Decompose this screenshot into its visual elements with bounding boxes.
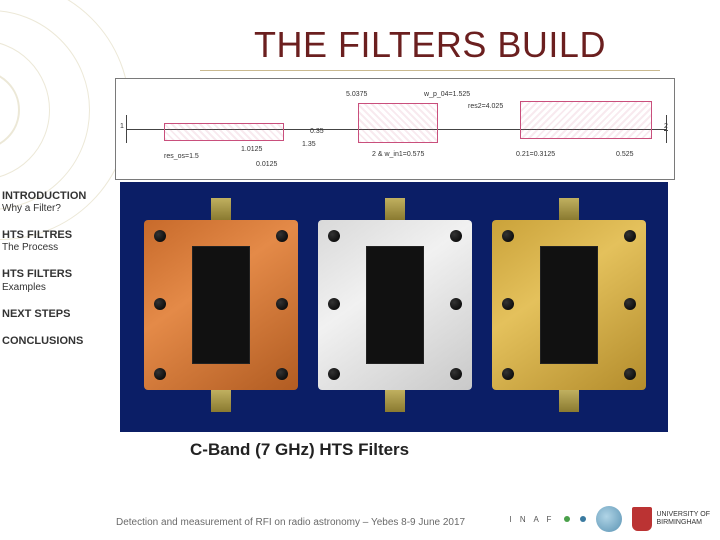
- resonator-block: [164, 123, 284, 141]
- inaf-planet-icon: [596, 506, 622, 532]
- uob-logo: UNIVERSITY OF BIRMINGHAM: [632, 507, 710, 531]
- filter-unit-aluminium: [318, 220, 472, 390]
- screw-icon: [450, 298, 462, 310]
- screw-icon: [328, 230, 340, 242]
- screw-icon: [624, 298, 636, 310]
- screw-icon: [624, 230, 636, 242]
- sidebar-item-introduction: INTRODUCTION Why a Filter?: [2, 190, 112, 215]
- port-label: 1: [120, 123, 124, 130]
- screw-icon: [502, 298, 514, 310]
- sma-connector-icon: [559, 198, 579, 220]
- technical-drawing: 1 2 res_os=1.5 1.0125 0.0125 1.35 0.35 5…: [115, 78, 675, 180]
- sidebar-item-hts-filtres: HTS FILTRES The Process: [2, 229, 112, 254]
- dim-label: 0.0125: [256, 161, 277, 168]
- footer-note: Detection and measurement of RFI on radi…: [116, 517, 465, 528]
- uob-text: UNIVERSITY OF BIRMINGHAM: [656, 511, 710, 526]
- dim-label: 2 & w_in1=0.575: [372, 151, 424, 158]
- screw-icon: [276, 368, 288, 380]
- sidebar-item-hts-filters: HTS FILTERS Examples: [2, 268, 112, 293]
- screw-icon: [154, 230, 166, 242]
- screw-icon: [328, 368, 340, 380]
- crest-icon: [632, 507, 652, 531]
- dim-label: res_os=1.5: [164, 153, 199, 160]
- sidebar-item-head: CONCLUSIONS: [2, 335, 112, 348]
- sidebar-item-head: INTRODUCTION: [2, 190, 112, 203]
- screw-icon: [154, 298, 166, 310]
- filter-cavity: [192, 246, 250, 364]
- screw-icon: [624, 368, 636, 380]
- filter-cavity: [540, 246, 598, 364]
- screw-icon: [154, 368, 166, 380]
- dim-label: 0.525: [616, 151, 634, 158]
- screw-icon: [276, 298, 288, 310]
- screw-icon: [502, 368, 514, 380]
- filter-cavity: [366, 246, 424, 364]
- uob-line2: BIRMINGHAM: [656, 519, 702, 526]
- sma-connector-icon: [211, 390, 231, 412]
- sidebar-item-head: HTS FILTERS: [2, 268, 112, 281]
- dim-label: 1.35: [302, 141, 316, 148]
- filters-photo: [120, 182, 668, 432]
- dim-label: 5.0375: [346, 91, 367, 98]
- screw-icon: [450, 230, 462, 242]
- dim-label: res2=4.025: [468, 103, 503, 110]
- inaf-dot-icon: [564, 516, 570, 522]
- port-label: 2: [664, 123, 668, 131]
- screw-icon: [450, 368, 462, 380]
- dim-label: 0.21=0.3125: [516, 151, 555, 158]
- sidebar-item-sub: The Process: [2, 242, 112, 254]
- port-mark: [126, 115, 127, 143]
- uob-line1: UNIVERSITY OF: [656, 511, 710, 518]
- sidebar-item-conclusions: CONCLUSIONS: [2, 335, 112, 348]
- photo-caption: C-Band (7 GHz) HTS Filters: [190, 440, 409, 460]
- sidebar-item-head: HTS FILTRES: [2, 229, 112, 242]
- screw-icon: [502, 230, 514, 242]
- sma-connector-icon: [559, 390, 579, 412]
- logos-bar: I N A F UNIVERSITY OF BIRMINGHAM: [509, 506, 710, 532]
- resonator-block: [358, 103, 438, 143]
- sidebar-item-next-steps: NEXT STEPS: [2, 308, 112, 321]
- sidebar-item-sub: Why a Filter?: [2, 203, 112, 215]
- resonator-block: [520, 101, 652, 139]
- filter-unit-brass: [492, 220, 646, 390]
- sma-connector-icon: [385, 390, 405, 412]
- page-title: THE FILTERS BUILD: [200, 24, 660, 71]
- inaf-dot-icon: [580, 516, 586, 522]
- dim-label: w_p_04=1.525: [424, 91, 470, 98]
- sidebar-item-sub: Examples: [2, 282, 112, 294]
- inaf-text: I N A F: [509, 515, 554, 524]
- screw-icon: [276, 230, 288, 242]
- dim-label: 0.35: [310, 128, 324, 135]
- sma-connector-icon: [211, 198, 231, 220]
- sidebar-item-head: NEXT STEPS: [2, 308, 112, 321]
- screw-icon: [328, 298, 340, 310]
- sma-connector-icon: [385, 198, 405, 220]
- filter-unit-copper: [144, 220, 298, 390]
- dim-label: 1.0125: [241, 146, 262, 153]
- outline-sidebar: INTRODUCTION Why a Filter? HTS FILTRES T…: [2, 190, 112, 362]
